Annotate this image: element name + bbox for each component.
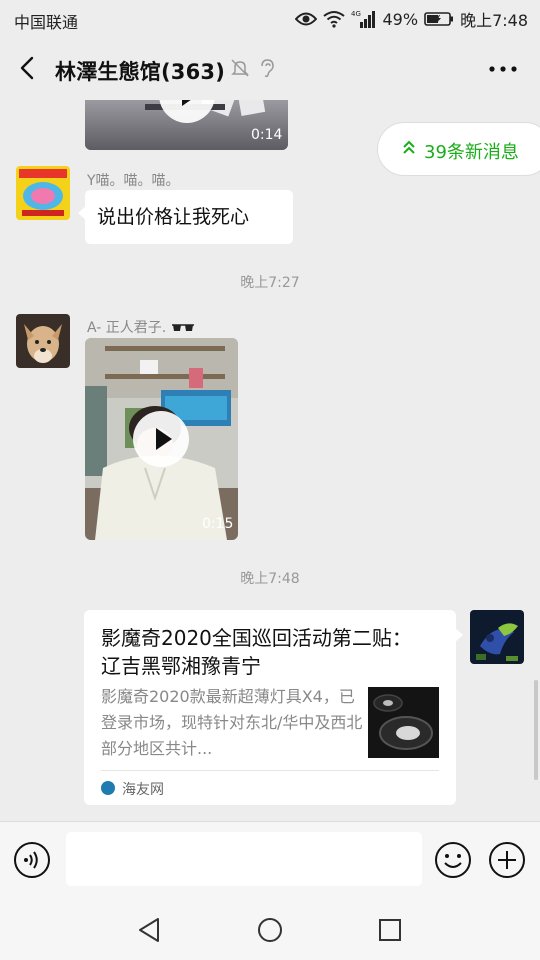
status-bar: 中国联通 4G 49% 晚上7:48 — [0, 0, 540, 38]
battery-icon — [424, 12, 454, 26]
message-bubble[interactable]: 说出价格让我死心 — [78, 190, 293, 244]
message-text: 说出价格让我死心 — [97, 206, 250, 228]
link-card-thumbnail — [368, 687, 439, 758]
video-duration: 0:14 — [251, 127, 283, 143]
avatar[interactable] — [16, 166, 70, 220]
new-messages-label: 39条新消息 — [424, 142, 519, 163]
eye-icon — [294, 12, 317, 26]
source-logo-icon — [101, 781, 115, 795]
nav-home-icon[interactable] — [255, 915, 285, 945]
double-chevron-up-icon — [403, 140, 415, 154]
timestamp: 晚上7:27 — [240, 275, 300, 291]
avatar-image — [16, 166, 70, 220]
nav-back-icon[interactable] — [135, 915, 165, 945]
chat-title[interactable]: 林澤生態馆(363) — [55, 56, 225, 86]
input-bar — [0, 821, 540, 899]
chat-header: 林澤生態馆(363) — [0, 38, 540, 100]
link-card-description: 影魔奇2020款最新超薄灯具X4，已登录市场，现特针对东北/华中及西北部分地区共… — [101, 687, 363, 758]
back-icon[interactable] — [12, 52, 44, 84]
avatar[interactable] — [16, 314, 70, 368]
sender-name: A- 正人君子. — [87, 317, 195, 337]
network-label: 4G — [351, 10, 361, 18]
sender-name-text: A- 正人君子. — [87, 320, 167, 336]
message-input[interactable] — [66, 832, 422, 886]
video-message[interactable]: 0:15 — [85, 338, 238, 540]
timestamp: 晚上7:48 — [240, 571, 300, 587]
link-card-title: 影魔奇2020全国巡回活动第二贴： 辽吉黑鄂湘豫青宁 — [101, 626, 412, 678]
play-icon[interactable] — [133, 411, 189, 467]
divider — [101, 770, 439, 771]
video-message[interactable]: 0:14 — [85, 100, 288, 150]
emoji-icon[interactable] — [434, 841, 472, 879]
signal-icon: 4G — [351, 10, 375, 28]
wifi-icon — [322, 11, 345, 28]
link-card[interactable]: 影魔奇2020全国巡回活动第二贴： 辽吉黑鄂湘豫青宁 影魔奇2020款最新超薄灯… — [84, 610, 463, 805]
system-nav-bar — [0, 899, 540, 960]
video-duration: 0:15 — [202, 516, 234, 532]
voice-icon[interactable] — [13, 841, 51, 879]
chat-messages[interactable]: 0:14 39条新消息 Y喵。喵。喵。 说出价格让我死心 晚上7:27 A- 正… — [0, 100, 540, 821]
sender-name: Y喵。喵。喵。 — [87, 173, 180, 189]
new-messages-button[interactable]: 39条新消息 — [377, 122, 540, 176]
clock: 晚上7:48 — [460, 11, 528, 30]
my-avatar[interactable] — [470, 610, 524, 664]
more-icon[interactable] — [488, 56, 518, 82]
carrier-label: 中国联通 — [14, 13, 79, 32]
avatar-image — [470, 610, 524, 664]
link-card-source: 海友网 — [122, 782, 164, 798]
scrollbar[interactable] — [534, 680, 538, 780]
sunglasses-icon — [171, 324, 194, 331]
avatar-image — [16, 314, 70, 368]
battery-percent: 49% — [382, 9, 419, 29]
mute-bell-icon — [231, 59, 249, 77]
plus-icon[interactable] — [488, 841, 526, 879]
nav-recents-icon[interactable] — [375, 915, 405, 945]
ear-icon — [261, 59, 274, 78]
